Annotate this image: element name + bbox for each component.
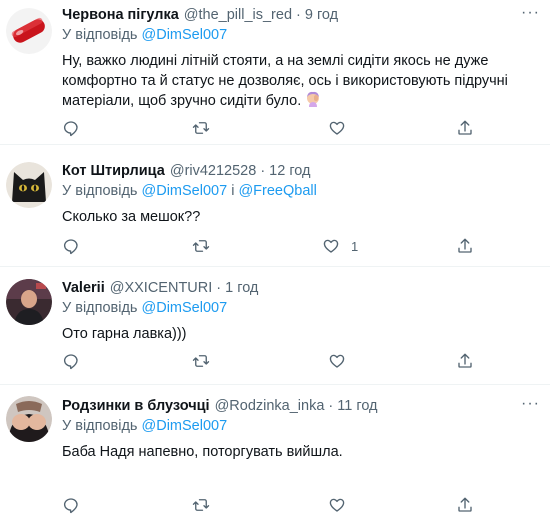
retweet-button[interactable] [192, 236, 210, 256]
heart-icon [329, 354, 345, 368]
tweet-header: Valerii @XXICENTURI · 1 год [62, 279, 542, 298]
heart-icon [323, 239, 339, 253]
reply-prefix: У відповідь [62, 418, 138, 434]
heart-icon [329, 121, 345, 135]
reply-button[interactable] [62, 236, 80, 256]
mention-link[interactable]: @DimSel007 [142, 27, 228, 43]
retweet-button[interactable] [192, 495, 210, 515]
mention-link[interactable]: @DimSel007 [142, 300, 228, 316]
reply-thread: Червона пігулка @the_pill_is_red · 9 год… [0, 0, 550, 526]
tweet-header: Червона пігулка @the_pill_is_red · 9 год [62, 6, 542, 25]
reply-button[interactable] [62, 351, 80, 371]
heart-icon [329, 498, 345, 512]
reply-icon [63, 354, 78, 370]
share-icon [458, 238, 472, 253]
separator-dot: · [328, 398, 334, 414]
tweet-text-content: Сколько за мешок?? [62, 209, 201, 225]
tweet-header: Кот Штирлица @riv4212528 · 12 год [62, 162, 542, 181]
tweet[interactable]: Червона пігулка @the_pill_is_red · 9 год… [0, 0, 550, 145]
tweet-header: Родзинки в блузочці @Rodzinka_inka · 11 … [62, 397, 542, 416]
like-button[interactable]: 1 [322, 236, 358, 256]
reply-context: У відповідь @DimSel007 [62, 299, 542, 318]
retweet-icon [192, 355, 210, 367]
reply-joiner: і [231, 183, 235, 199]
reply-icon [63, 498, 78, 514]
more-icon[interactable]: ··· [521, 396, 540, 412]
person-photo-avatar-image [6, 279, 52, 325]
reply-icon [63, 239, 78, 255]
user-handle[interactable]: @riv4212528 [170, 162, 256, 181]
timestamp[interactable]: 9 год [305, 6, 338, 25]
black-cat-avatar-image [6, 162, 52, 208]
reply-prefix: У відповідь [62, 183, 138, 199]
reply-prefix: У відповідь [62, 300, 138, 316]
reply-context: У відповідь @DimSel007 [62, 26, 542, 45]
reply-prefix: У відповідь [62, 27, 138, 43]
display-name[interactable]: Valerii [62, 279, 105, 298]
reply-icon [63, 121, 78, 137]
reply-context: У відповідь @DimSel007 [62, 417, 542, 436]
more-icon[interactable]: ··· [521, 5, 540, 21]
tweet-actions [62, 118, 472, 138]
separator-dot: · [296, 7, 301, 23]
like-button[interactable] [328, 495, 357, 515]
retweet-icon [192, 122, 210, 134]
avatar[interactable] [6, 396, 52, 442]
separator-dot: · [260, 163, 266, 179]
tweet-text: Ну, важко людині літній стояти, а на зем… [62, 51, 542, 111]
avatar[interactable] [6, 279, 52, 325]
share-icon [458, 497, 472, 512]
red-pill-avatar-image [6, 8, 52, 54]
timestamp[interactable]: 1 год [225, 279, 258, 298]
like-button[interactable] [328, 118, 357, 138]
like-count: 1 [351, 238, 359, 254]
user-handle[interactable]: @the_pill_is_red [184, 6, 292, 25]
tweet-text-content: Ото гарна лавка))) [62, 326, 187, 342]
person-photo-avatar-image [6, 396, 52, 442]
avatar[interactable] [6, 8, 52, 54]
timestamp[interactable]: 11 год [337, 397, 377, 416]
tweet-actions [62, 495, 472, 515]
display-name[interactable]: Кот Штирлица [62, 162, 165, 181]
share-icon [458, 120, 472, 135]
tweet[interactable]: Кот Штирлица @riv4212528 · 12 год У відп… [0, 145, 550, 267]
share-button[interactable] [456, 236, 474, 256]
timestamp[interactable]: 12 год [269, 162, 310, 181]
avatar[interactable] [6, 162, 52, 208]
tweet-text-content: Баба Надя напевно, поторгувать вийшла. [62, 444, 343, 460]
mention-link[interactable]: @FreeQball [238, 183, 316, 199]
tweet-actions [62, 351, 472, 371]
retweet-button[interactable] [192, 351, 210, 371]
user-handle[interactable]: @XXICENTURI [110, 279, 213, 298]
tweet-text: Баба Надя напевно, поторгувать вийшла. [62, 442, 542, 462]
tweet[interactable]: Valerii @XXICENTURI · 1 год У відповідь … [0, 267, 550, 385]
retweet-icon [192, 499, 210, 511]
share-icon [458, 353, 472, 368]
retweet-button[interactable] [192, 118, 210, 138]
share-button[interactable] [456, 351, 474, 371]
tweet-text-content: Ну, важко людині літній стояти, а на зем… [62, 53, 508, 109]
reply-button[interactable] [62, 495, 80, 515]
share-button[interactable] [456, 118, 474, 138]
user-handle[interactable]: @Rodzinka_inka [215, 397, 325, 416]
retweet-icon [192, 240, 210, 252]
tweet[interactable]: Родзинки в блузочці @Rodzinka_inka · 11 … [0, 385, 550, 526]
mention-link[interactable]: @DimSel007 [142, 418, 228, 434]
display-name[interactable]: Родзинки в блузочці [62, 397, 210, 416]
mention-link[interactable]: @DimSel007 [142, 183, 228, 199]
tweet-actions: 1 [62, 236, 472, 256]
display-name[interactable]: Червона пігулка [62, 6, 179, 25]
separator-dot: · [216, 280, 222, 296]
woman-facepalming-emoji [307, 91, 320, 107]
like-button[interactable] [328, 351, 357, 371]
tweet-text: Ото гарна лавка))) [62, 324, 542, 344]
reply-context: У відповідь @DimSel007 і @FreeQball [62, 182, 542, 201]
reply-button[interactable] [62, 118, 80, 138]
share-button[interactable] [456, 495, 474, 515]
tweet-text: Сколько за мешок?? [62, 207, 542, 227]
